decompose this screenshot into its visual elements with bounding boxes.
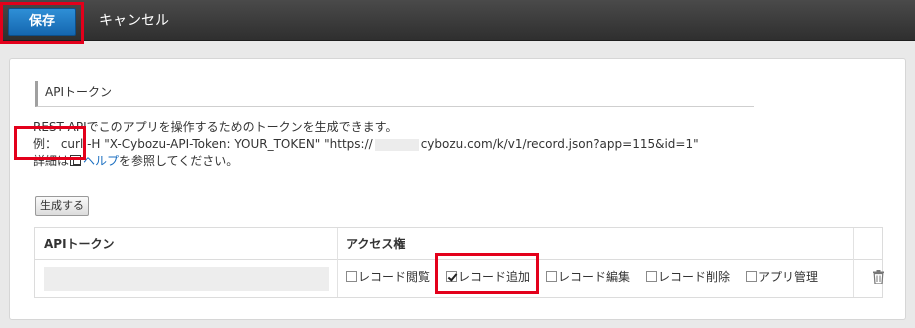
masked-subdomain	[374, 138, 419, 151]
permission-view-record[interactable]: レコード閲覧	[346, 268, 430, 286]
help-link[interactable]: ヘルプ	[83, 154, 119, 168]
details-suffix: を参照してください。	[119, 154, 239, 168]
permission-app-management[interactable]: アプリ管理	[746, 268, 818, 286]
description-line-3: 詳細は ヘルプを参照してください。	[33, 153, 699, 170]
example-suffix: cybozu.com/k/v1/record.json?app=115&id=1…	[420, 137, 699, 151]
checkbox-app-management[interactable]	[746, 271, 757, 282]
generate-button-highlight	[14, 126, 86, 160]
toolbar: 保存 キャンセル	[0, 0, 915, 41]
checkbox-edit[interactable]	[546, 271, 557, 282]
api-token-value	[44, 267, 329, 291]
trash-icon[interactable]	[873, 270, 884, 284]
permission-delete-record[interactable]: レコード削除	[646, 268, 730, 286]
generate-button[interactable]: 生成する	[35, 196, 89, 216]
description-line-2: 例： curl -H "X-Cybozu-API-Token: YOUR_TOK…	[33, 136, 699, 153]
cancel-button[interactable]: キャンセル	[99, 9, 169, 33]
header-access: アクセス権	[346, 237, 406, 251]
add-record-highlight	[435, 253, 539, 294]
header-api-token: APIトークン	[44, 237, 115, 251]
column-divider	[853, 228, 854, 297]
save-button-highlight	[0, 2, 84, 44]
permission-label: レコード閲覧	[358, 270, 431, 284]
description-line-1: REST APIでこのアプリを操作するためのトークンを生成できます。	[33, 120, 398, 134]
permission-edit-record[interactable]: レコード編集	[546, 268, 630, 286]
permission-label: レコード削除	[658, 270, 731, 284]
checkbox-delete[interactable]	[646, 271, 657, 282]
section-title: APIトークン	[35, 81, 754, 107]
permission-label: レコード編集	[558, 270, 631, 284]
checkbox-view[interactable]	[346, 271, 357, 282]
permission-label: アプリ管理	[758, 270, 819, 284]
description: REST APIでこのアプリを操作するためのトークンを生成できます。 例： cu…	[33, 119, 699, 170]
column-divider	[337, 228, 338, 297]
